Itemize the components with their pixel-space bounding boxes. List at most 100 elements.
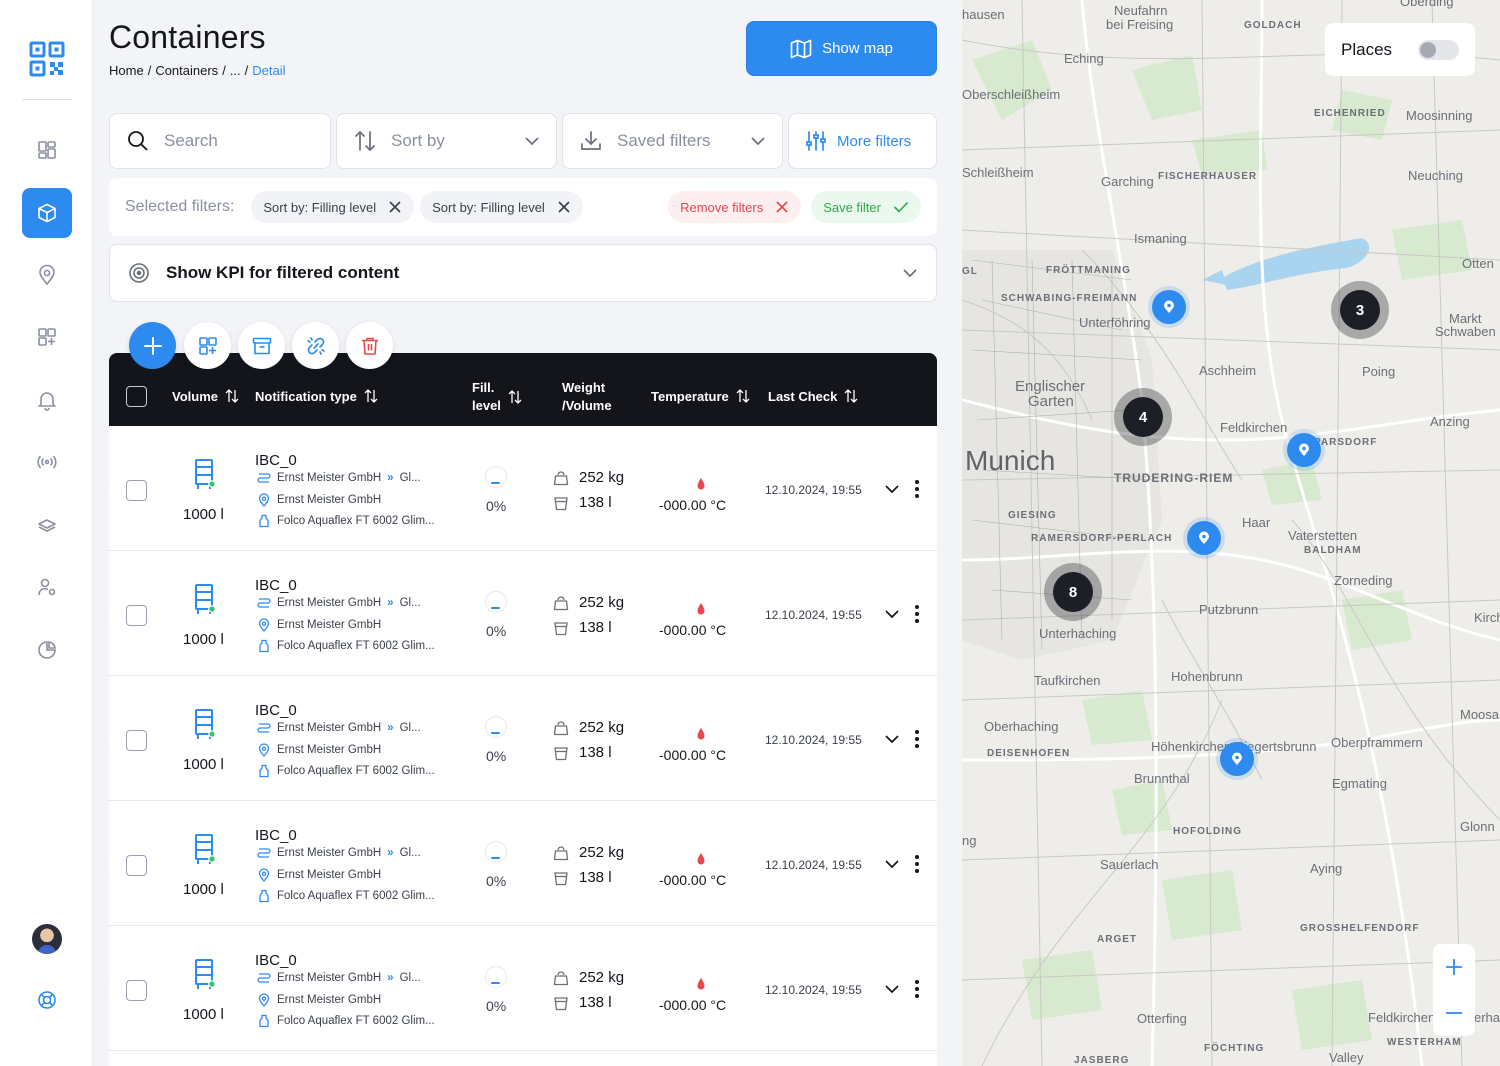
row-product-label: Folco Aquaflex FT 6002 Glim... (277, 1015, 435, 1027)
map-label: Aying (1310, 861, 1343, 876)
more-vertical-icon[interactable] (912, 854, 922, 874)
sidebar-item-add-widget[interactable] (22, 312, 72, 362)
table-row[interactable]: 1000 l IBC_0 Ernst Meister GmbH » Gl... … (109, 676, 937, 801)
column-notification-type[interactable]: Notification type (255, 388, 379, 404)
close-icon[interactable] (557, 200, 571, 214)
row-location-label: Ernst Meister GmbH (277, 494, 382, 506)
map-label: ng (962, 833, 977, 848)
close-icon[interactable] (388, 200, 402, 214)
row-name[interactable]: IBC_0 (255, 577, 297, 594)
location-pin-icon (1164, 300, 1174, 313)
avatar[interactable] (32, 924, 62, 954)
row-name[interactable]: IBC_0 (255, 952, 297, 969)
ibc-container-icon (195, 709, 216, 739)
map-pin[interactable] (1152, 290, 1186, 324)
breadcrumb-containers[interactable]: Containers (155, 63, 218, 78)
archive-button[interactable] (238, 322, 285, 369)
column-volume[interactable]: Volume (172, 388, 240, 404)
row-checkbox[interactable] (126, 855, 147, 876)
filter-chip[interactable]: Sort by: Filling level (420, 191, 583, 223)
sidebar-item-notifications[interactable] (22, 375, 72, 425)
row-name[interactable]: IBC_0 (255, 452, 297, 469)
row-checkbox[interactable] (126, 730, 147, 751)
breadcrumb-ellipsis[interactable]: ... (230, 63, 241, 78)
sidebar-item-support[interactable] (22, 975, 72, 1025)
column-temperature[interactable]: Temperature (651, 388, 751, 404)
unlink-button[interactable] (292, 322, 339, 369)
more-vertical-icon[interactable] (912, 479, 922, 499)
map-label: Feldkirchen (1368, 1010, 1436, 1025)
remove-filters-button[interactable]: Remove filters (668, 191, 802, 223)
sidebar-item-layers[interactable] (22, 500, 72, 550)
delete-button[interactable] (346, 322, 393, 369)
zoom-out-button[interactable] (1433, 990, 1475, 1036)
map-cluster[interactable]: 8 (1044, 563, 1102, 621)
zoom-in-button[interactable] (1433, 944, 1475, 990)
places-toggle-panel: Places (1325, 23, 1475, 76)
row-route: Ernst Meister GmbH » Gl... (257, 972, 421, 984)
map-cluster[interactable]: 3 (1331, 281, 1389, 339)
map-label: Egmating (1332, 776, 1387, 791)
map-pin[interactable] (1287, 433, 1321, 467)
sidebar-item-users[interactable] (22, 562, 72, 612)
row-name[interactable]: IBC_0 (255, 827, 297, 844)
search-input[interactable]: Search (109, 113, 331, 169)
chevron-down-icon[interactable] (884, 481, 900, 497)
select-all-checkbox[interactable] (126, 386, 147, 407)
map-pin[interactable] (1187, 521, 1221, 555)
map-label: SCHWABING-FREIMANN (1001, 293, 1138, 304)
chevron-down-icon[interactable] (884, 731, 900, 747)
row-name[interactable]: IBC_0 (255, 702, 297, 719)
map-label: Garten (1028, 393, 1074, 410)
column-volume-label: Volume (172, 388, 218, 404)
filter-chip[interactable]: Sort by: Filling level (251, 191, 415, 223)
sidebar-item-containers[interactable] (22, 188, 72, 238)
map-cluster[interactable]: 4 (1114, 388, 1172, 446)
fill-gauge (485, 716, 507, 738)
add-button[interactable] (129, 322, 176, 369)
breadcrumb-home[interactable]: Home (109, 63, 144, 78)
show-map-button[interactable]: Show map (746, 21, 937, 76)
more-vertical-icon[interactable] (912, 979, 922, 999)
table-row[interactable]: 1000 l IBC_0 Ernst Meister GmbH » Gl... … (109, 926, 937, 1051)
sort-dropdown[interactable]: Sort by (336, 113, 557, 169)
row-temperature: -000.00 °C (659, 747, 727, 763)
map-view[interactable]: hausen Neufahrn bei Freising GOLDACH Obe… (962, 0, 1500, 1066)
chevron-down-icon[interactable] (884, 981, 900, 997)
table-row[interactable]: 1000 l IBC_0 Ernst Meister GmbH » Gl... … (109, 426, 937, 551)
table-row[interactable]: 1000 l IBC_0 Ernst Meister GmbH » Gl... … (109, 551, 937, 676)
sidebar-item-analytics[interactable] (22, 625, 72, 675)
saved-filters-dropdown[interactable]: Saved filters (562, 113, 783, 169)
places-label: Places (1341, 39, 1393, 59)
row-product-label: Folco Aquaflex FT 6002 Glim... (277, 765, 435, 777)
filter-chip-label: Sort by: Filling level (432, 199, 545, 215)
sidebar-item-locations[interactable] (22, 250, 72, 300)
sidebar-item-dashboard[interactable] (22, 125, 72, 175)
double-chevron-right-icon: » (387, 472, 394, 484)
map-label: Garching (1101, 174, 1154, 189)
bottle-icon (259, 764, 269, 778)
save-filter-button[interactable]: Save filter (811, 191, 921, 223)
add-group-button[interactable] (184, 322, 231, 369)
layers-icon (38, 519, 56, 532)
row-checkbox[interactable] (126, 480, 147, 501)
column-fill-level[interactable]: Fill. level (472, 379, 523, 415)
chevron-down-icon[interactable] (884, 856, 900, 872)
qr-logo-icon[interactable] (29, 41, 65, 77)
map-pin[interactable] (1220, 742, 1254, 776)
map-label: Sauerlach (1100, 857, 1159, 872)
more-vertical-icon[interactable] (912, 604, 922, 624)
row-checkbox[interactable] (126, 605, 147, 626)
column-last-check[interactable]: Last Check (768, 388, 859, 404)
map-label: Schleißheim (962, 165, 1034, 180)
places-toggle[interactable] (1418, 39, 1459, 60)
more-filters-button[interactable]: More filters (788, 113, 937, 169)
bucket-icon (554, 746, 568, 760)
sidebar-item-sensors[interactable] (22, 437, 72, 487)
chevron-down-icon[interactable] (884, 606, 900, 622)
more-vertical-icon[interactable] (912, 729, 922, 749)
row-checkbox[interactable] (126, 980, 147, 1001)
kpi-toggle[interactable]: Show KPI for filtered content (109, 244, 937, 302)
row-product: Folco Aquaflex FT 6002 Glim... (257, 1014, 435, 1028)
table-row[interactable]: 1000 l IBC_0 Ernst Meister GmbH » Gl... … (109, 801, 937, 926)
